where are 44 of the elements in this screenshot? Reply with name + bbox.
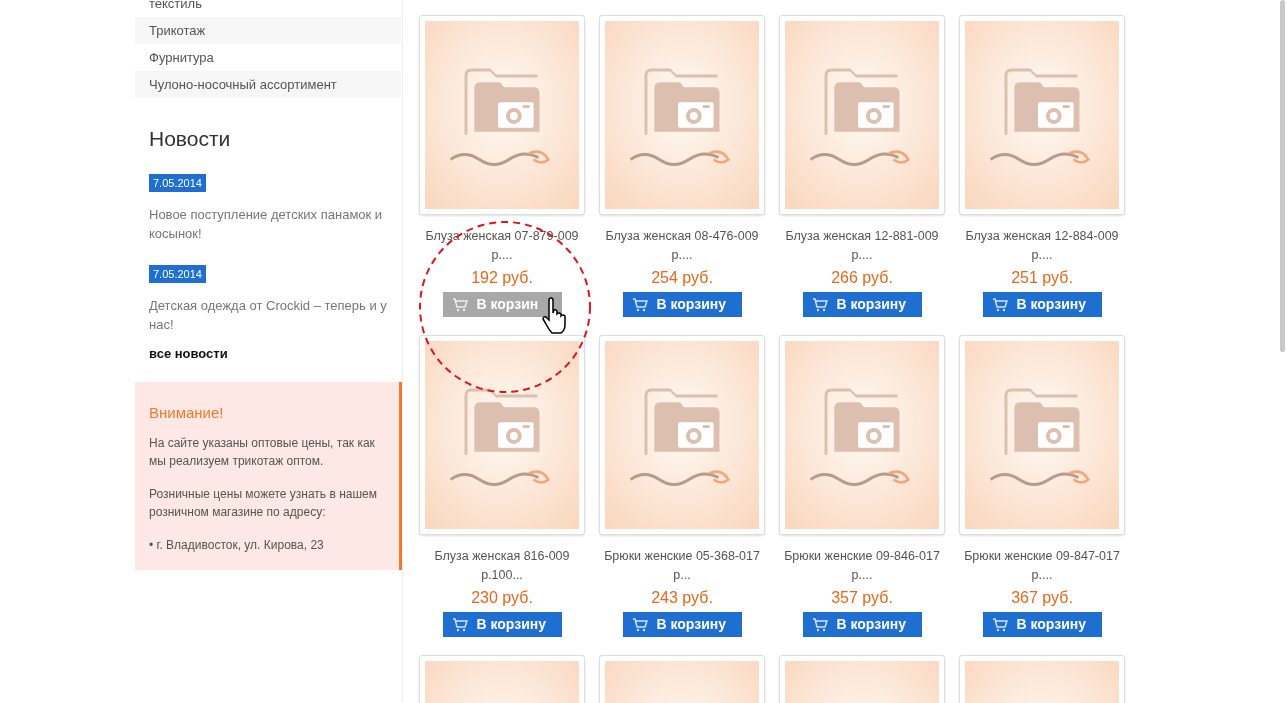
add-to-cart-button[interactable]: В корзину <box>982 292 1102 317</box>
product-price: 243 руб. <box>651 588 713 608</box>
product-price: 230 руб. <box>471 588 533 608</box>
product-name: Брюки женские 09-846-017 р.... <box>783 548 941 584</box>
product-name: Блуза женская 07-879-009 р.... <box>424 228 580 264</box>
add-to-cart-button[interactable]: В корзину <box>622 612 742 637</box>
date-badge: 7.05.2014 <box>149 174 206 192</box>
cart-icon <box>451 617 468 632</box>
notice-text: Розничные цены можете узнать в нашем розничном магазине по адресу: <box>149 486 378 521</box>
product-name: Блуза женская 12-884-009 р.... <box>964 228 1120 264</box>
add-to-cart-button[interactable]: В корзину <box>622 292 742 317</box>
cart-icon <box>811 297 828 312</box>
news-text[interactable]: Детская одежда от Crockid – теперь и у нас! <box>149 296 389 334</box>
sidebar-item[interactable]: Чулоно-носочный ассортимент <box>135 71 401 98</box>
all-news-link[interactable]: все новости <box>149 344 394 364</box>
product-price: 367 руб. <box>1011 588 1073 608</box>
scrollbar-thumb[interactable] <box>1280 0 1285 352</box>
add-to-cart-button[interactable]: В корзину <box>982 612 1102 637</box>
add-to-cart-button[interactable]: В корзину <box>802 292 922 317</box>
product-price: 192 руб. <box>471 268 533 288</box>
notice-text: • г. Владивосток, ул. Кирова, 23 <box>149 537 325 554</box>
cart-icon <box>991 617 1008 632</box>
cart-icon <box>991 297 1008 312</box>
product-name: Брюки женские 05-368-017 р... <box>603 548 761 584</box>
product-price: 251 руб. <box>1011 268 1073 288</box>
cart-icon <box>631 297 648 312</box>
product-name: Блуза женская 12-881-009 р.... <box>784 228 940 264</box>
notice-text: На сайте указаны оптовые цены, так как мы реализуем трикотаж оптом. <box>149 435 376 470</box>
product-name: Блуза женская 816-009 р.100... <box>433 548 571 584</box>
add-to-cart-button[interactable]: В корзину <box>442 612 562 637</box>
cart-icon <box>631 617 648 632</box>
sidebar-item[interactable]: Трикотаж <box>135 17 401 44</box>
add-to-cart-button[interactable]: В корзину <box>802 612 922 637</box>
product-name: Брюки женские 09-847-017 р.... <box>963 548 1121 584</box>
product-price: 254 руб. <box>651 268 713 288</box>
date-badge: 7.05.2014 <box>149 265 206 283</box>
product-name: Блуза женская 08-476-009 р.... <box>604 228 760 264</box>
product-price: 357 руб. <box>831 588 893 608</box>
cart-icon <box>451 297 468 312</box>
notice-title: Внимание! <box>149 402 225 423</box>
product-price: 266 руб. <box>831 268 893 288</box>
news-text[interactable]: Новое поступление детских панамок и косынок! <box>149 205 389 243</box>
section-heading: Новости <box>149 126 232 152</box>
cart-icon <box>811 617 828 632</box>
